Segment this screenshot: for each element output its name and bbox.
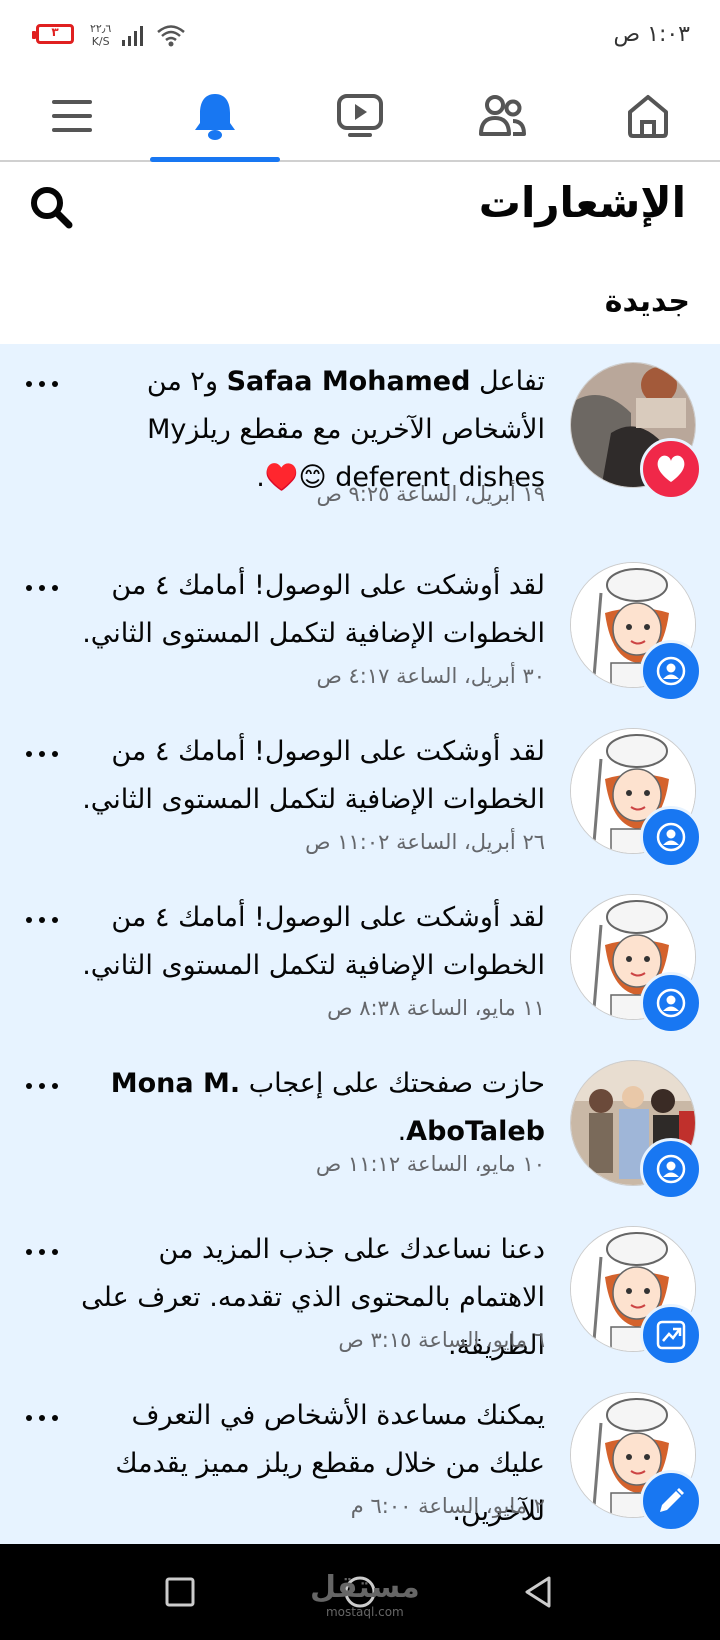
- badge: [640, 1470, 702, 1532]
- notification-time: ٢ مايو، الساعة ٦:٠٠ م: [350, 1494, 545, 1518]
- notification-time: ١٠ مايو، الساعة ١١:١٢ ص: [315, 1152, 545, 1176]
- notification-text-rest: .: [397, 1116, 407, 1147]
- search-icon: [31, 187, 73, 229]
- tab-friends[interactable]: [438, 72, 568, 160]
- home-icon: [628, 95, 668, 138]
- more-options-button[interactable]: [26, 1408, 58, 1428]
- notification-item[interactable]: يمكنك مساعدة الأشخاص في التعرف عليك من خ…: [0, 1374, 720, 1544]
- friends-icon: [479, 95, 526, 136]
- notification-list: تفاعل Safaa Mohamed و٢ من الأشخاص الآخري…: [0, 344, 720, 1544]
- notification-text: حازت صفحتك على إعجاب Mona M. AboTaleb.: [75, 1060, 545, 1156]
- notification-item[interactable]: حازت صفحتك على إعجاب Mona M. AboTaleb. ١…: [0, 1042, 720, 1208]
- battery-icon: ٣: [32, 24, 74, 44]
- recent-apps-button[interactable]: [132, 1544, 228, 1640]
- network-speed-value: ٢٢٫٦: [90, 22, 112, 35]
- watermark-logo: مستقل mostaql.com: [310, 1570, 420, 1619]
- notification-text: لقد أوشكت على الوصول! أمامك ٤ من الخطوات…: [82, 570, 545, 649]
- person-icon: [656, 988, 686, 1018]
- notification-text-prefix: حازت صفحتك على إعجاب: [240, 1068, 545, 1099]
- badge: [640, 972, 702, 1034]
- more-options-button[interactable]: [26, 578, 58, 598]
- bell-icon: [195, 94, 235, 140]
- menu-icon: [52, 100, 92, 132]
- tab-menu[interactable]: [7, 72, 137, 160]
- square-icon: [165, 1577, 195, 1607]
- notification-text-prefix: تفاعل: [470, 366, 545, 397]
- reaction-badge: [640, 438, 702, 500]
- network-speed: ٢٢٫٦ K/S: [90, 22, 111, 48]
- status-bar: ٣ ٢٢٫٦ K/S ١:٠٣ ص: [0, 0, 720, 72]
- pencil-icon: [660, 1488, 684, 1512]
- network-speed-unit: K/S: [91, 35, 110, 48]
- more-options-button[interactable]: [26, 910, 58, 930]
- notification-time: ١١ مايو، الساعة ٨:٣٨ ص: [327, 996, 545, 1020]
- signal-icon: [122, 26, 143, 46]
- watermark-subtext: mostaql.com: [325, 1605, 404, 1619]
- battery-level: ٣: [51, 25, 59, 39]
- tab-home[interactable]: [583, 72, 713, 160]
- section-label-new: جديدة: [604, 284, 690, 319]
- badge: [640, 1138, 702, 1200]
- search-button[interactable]: [28, 184, 78, 234]
- notification-actor-name: Safaa Mohamed: [226, 366, 471, 397]
- more-options-button[interactable]: [26, 744, 58, 764]
- badge: [640, 640, 702, 702]
- notification-item[interactable]: لقد أوشكت على الوصول! أمامك ٤ من الخطوات…: [0, 876, 720, 1042]
- notification-time: ٢٦ أبريل، الساعة ١١:٠٢ ص: [305, 830, 545, 854]
- notification-item[interactable]: تفاعل Safaa Mohamed و٢ من الأشخاص الآخري…: [0, 344, 720, 544]
- more-options-button[interactable]: [26, 1076, 58, 1096]
- tab-notifications[interactable]: [150, 72, 280, 162]
- wifi-icon: [157, 25, 185, 47]
- notification-time: ٣٠ أبريل، الساعة ٤:١٧ ص: [316, 664, 545, 688]
- badge: [640, 1304, 702, 1366]
- notification-item[interactable]: لقد أوشكت على الوصول! أمامك ٤ من الخطوات…: [0, 544, 720, 710]
- back-triangle-icon: [525, 1576, 551, 1608]
- page-title: الإشعارات: [478, 178, 686, 227]
- video-icon: [337, 94, 383, 137]
- notification-time: ١٩ أبريل، الساعة ٩:٢٥ ص: [316, 482, 545, 506]
- notification-item[interactable]: دعنا نساعدك على جذب المزيد من الاهتمام ب…: [0, 1208, 720, 1374]
- badge: [640, 806, 702, 868]
- person-icon: [656, 1154, 686, 1184]
- notification-time: ٦ مايو، الساعة ٣:١٥ ص: [338, 1328, 545, 1352]
- person-icon: [656, 656, 686, 686]
- top-navigation: [0, 72, 720, 162]
- heart-icon: [657, 455, 685, 482]
- status-time: ١:٠٣ ص: [613, 22, 690, 47]
- notification-item[interactable]: لقد أوشكت على الوصول! أمامك ٤ من الخطوات…: [0, 710, 720, 876]
- tab-watch[interactable]: [295, 72, 425, 160]
- back-button[interactable]: [490, 1544, 586, 1640]
- notification-text: لقد أوشكت على الوصول! أمامك ٤ من الخطوات…: [82, 736, 545, 815]
- person-icon: [656, 822, 686, 852]
- notification-text: لقد أوشكت على الوصول! أمامك ٤ من الخطوات…: [82, 902, 545, 981]
- notification-text: تفاعل Safaa Mohamed و٢ من الأشخاص الآخري…: [75, 358, 545, 502]
- more-options-button[interactable]: [26, 1242, 58, 1262]
- watermark-text: مستقل: [310, 1570, 420, 1605]
- more-options-button[interactable]: [26, 374, 58, 394]
- trend-icon: [656, 1320, 686, 1350]
